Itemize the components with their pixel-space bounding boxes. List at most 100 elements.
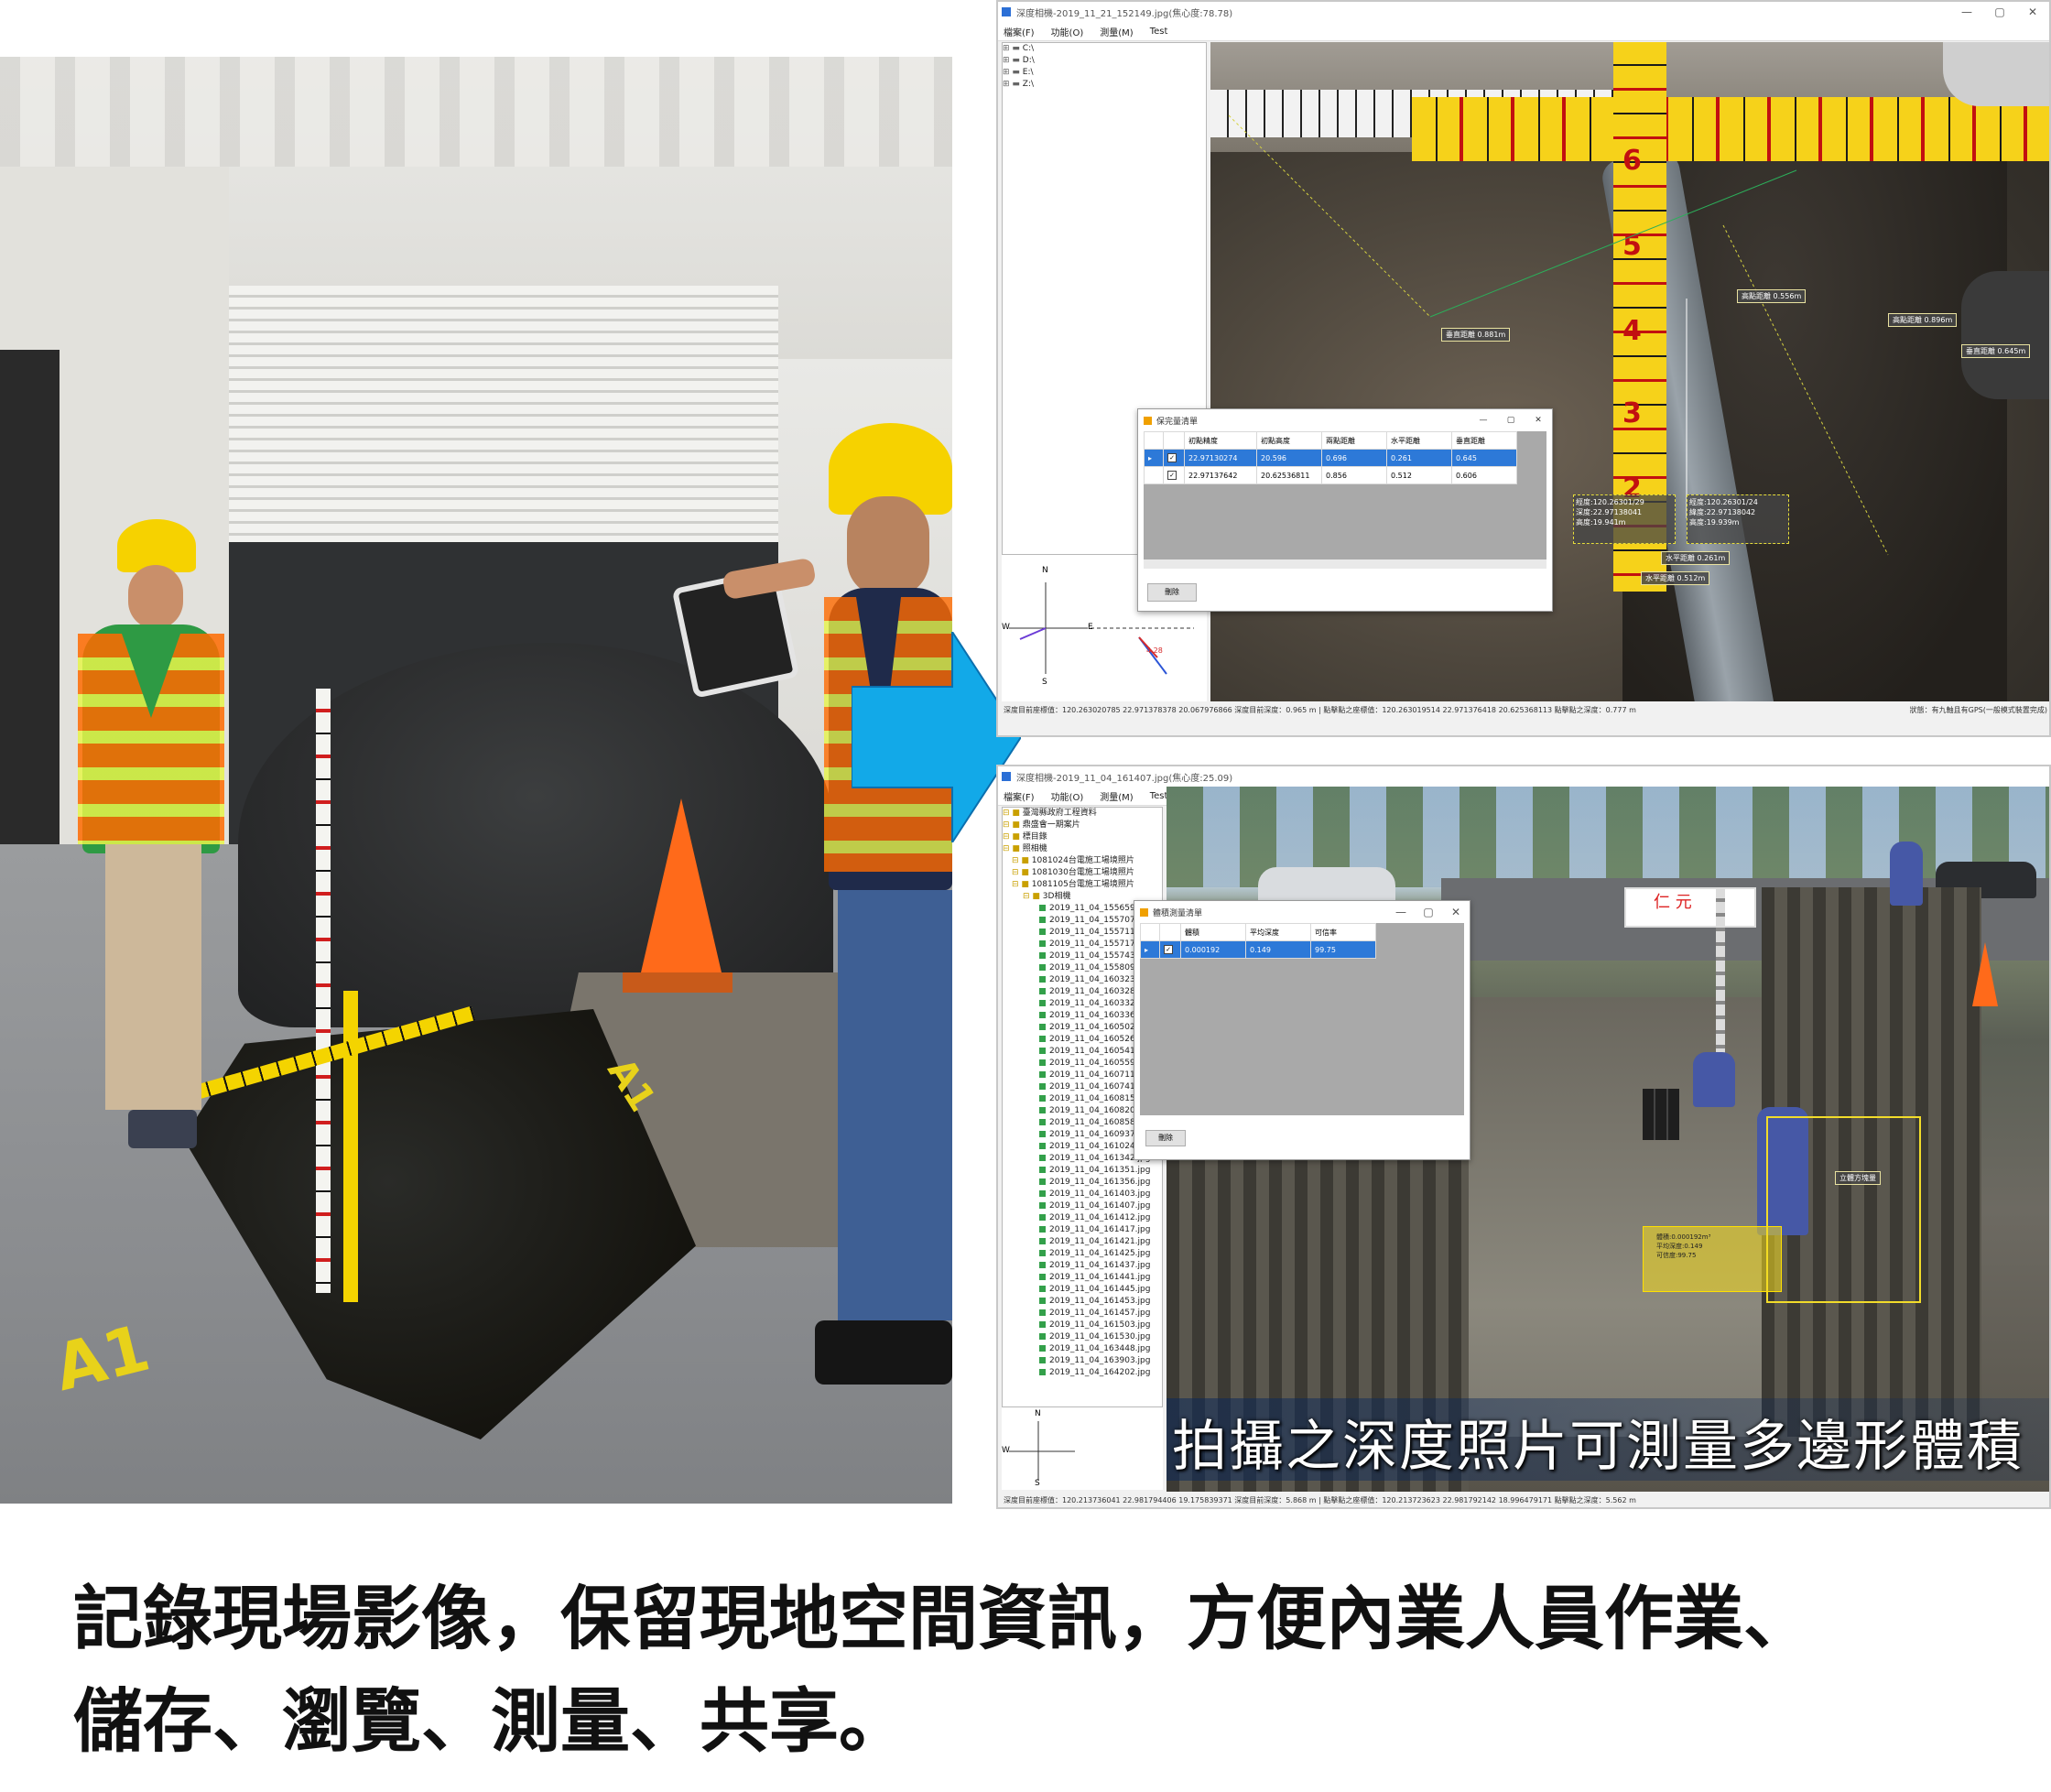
volume-box-label: 立體方塊量 xyxy=(1835,1171,1881,1185)
tree-file-item[interactable]: 2019_11_04_161457.jpg xyxy=(1003,1308,1162,1320)
cell[interactable]: 0.149 xyxy=(1245,940,1311,959)
window1-titlebar: 深度相機-2019_11_21_152149.jpg(焦心度:78.78) — … xyxy=(998,2,2049,22)
ladder xyxy=(1716,887,1725,1070)
tree-file-item[interactable]: 2019_11_04_161445.jpg xyxy=(1003,1284,1162,1296)
dialog-maximize-button[interactable]: ▢ xyxy=(1415,906,1442,918)
col-horizontal-distance[interactable]: 水平距離 xyxy=(1386,431,1452,450)
volume-grid[interactable]: 體積 平均深度 可信率 ▸ ✓ 0.000192 0.149 99.75 xyxy=(1140,923,1464,1115)
menu-function[interactable]: 功能(O) xyxy=(1051,25,1084,38)
measurement-grid[interactable]: 初點精度 初點高度 兩點距離 水平距離 垂直距離 ▸ ✓ 22.97130274… xyxy=(1144,431,1546,559)
polygon-volume: 體積:0.000192m³ xyxy=(1656,1233,1711,1241)
menu-measure[interactable]: 測量(M) xyxy=(1100,25,1133,38)
tree-file-item[interactable]: 2019_11_04_161530.jpg xyxy=(1003,1331,1162,1343)
tree-file-item[interactable]: 2019_11_04_161441.jpg xyxy=(1003,1272,1162,1284)
col-start-height[interactable]: 初點高度 xyxy=(1256,431,1322,450)
point-info-box-2: 經度:120.26301/24 緯度:22.97138042 高度:19.939… xyxy=(1687,494,1789,544)
cell[interactable]: 0.645 xyxy=(1451,449,1517,467)
cell[interactable]: 0.606 xyxy=(1451,466,1517,484)
tree-drive-z[interactable]: Z:\ xyxy=(1003,79,1206,91)
row-selector-icon[interactable]: ▸ xyxy=(1144,449,1164,467)
row-selector-icon[interactable]: ▸ xyxy=(1140,940,1160,959)
col-vertical-distance[interactable]: 垂直距離 xyxy=(1451,431,1517,450)
menu-file[interactable]: 檔案(F) xyxy=(1004,25,1035,38)
cell[interactable]: 22.97130274 xyxy=(1184,449,1257,467)
row-checkbox[interactable]: ✓ xyxy=(1163,466,1185,484)
menu-test[interactable]: Test xyxy=(1150,791,1168,801)
tree-folder[interactable]: 1081030台電施工場境照片 xyxy=(1003,867,1162,879)
tree-file-item[interactable]: 2019_11_04_163448.jpg xyxy=(1003,1343,1162,1355)
dialog-minimize-button[interactable]: — xyxy=(1470,416,1497,425)
cell[interactable]: 0.261 xyxy=(1386,449,1452,467)
page-caption: 記錄現場影像，保留現地空間資訊，方便內業人員作業、 儲存、瀏覽、測量、共享。 xyxy=(73,1568,1996,1773)
vertical-folding-ruler xyxy=(343,991,358,1302)
cell[interactable]: 0.856 xyxy=(1321,466,1387,484)
dark-doorway xyxy=(0,350,60,899)
cell[interactable]: 0.696 xyxy=(1321,449,1387,467)
tree-folder[interactable]: 1081105台電施工場境照片 xyxy=(1003,879,1162,891)
measurement-dialog-title: 保完量清單 xyxy=(1156,417,1199,427)
row-checkbox[interactable]: ✓ xyxy=(1159,940,1181,959)
menu-test[interactable]: Test xyxy=(1150,27,1168,37)
col-volume[interactable]: 體積 xyxy=(1180,923,1246,941)
tree-file-item[interactable]: 2019_11_04_161417.jpg xyxy=(1003,1224,1162,1236)
table-row[interactable]: ▸ ✓ 0.000192 0.149 99.75 xyxy=(1140,940,1376,959)
tree-drive-d[interactable]: D:\ xyxy=(1003,55,1206,67)
angle-label: 4.28 xyxy=(1146,646,1163,655)
tree-file-item[interactable]: 2019_11_04_161403.jpg xyxy=(1003,1189,1162,1200)
dialog-maximize-button[interactable]: ▢ xyxy=(1497,416,1525,425)
tree-folder[interactable]: 臺灣縣政府工程資料 xyxy=(1003,808,1162,820)
tree-drive-e[interactable]: E:\ xyxy=(1003,67,1206,79)
tree-folder[interactable]: 照相機 xyxy=(1003,843,1162,855)
label-vertical-distance-2: 垂直距離 0.645m xyxy=(1961,344,2031,358)
tree-file-item[interactable]: 2019_11_04_161351.jpg xyxy=(1003,1165,1162,1177)
tree-drive-c[interactable]: C:\ xyxy=(1003,43,1206,55)
grid-horizontal-scrollbar[interactable] xyxy=(1144,559,1546,569)
app-icon xyxy=(1002,772,1011,781)
tree-folder[interactable]: 鼎盛會一期案片 xyxy=(1003,820,1162,831)
depth-camera-window-1: 深度相機-2019_11_21_152149.jpg(焦心度:78.78) — … xyxy=(996,0,2051,737)
tree-file-item[interactable]: 2019_11_04_161407.jpg xyxy=(1003,1200,1162,1212)
tree-file-item[interactable]: 2019_11_04_161356.jpg xyxy=(1003,1177,1162,1189)
sign-text: 仁 元 xyxy=(1654,893,1692,912)
tree-file-item[interactable]: 2019_11_04_161503.jpg xyxy=(1003,1320,1162,1331)
close-button[interactable]: ✕ xyxy=(2016,5,2049,18)
delete-button[interactable]: 刪除 xyxy=(1145,1130,1186,1146)
cell[interactable]: 0.000192 xyxy=(1180,940,1246,959)
dialog-close-button[interactable]: ✕ xyxy=(1442,906,1470,918)
row-selector[interactable] xyxy=(1144,466,1164,484)
volume-box-overlay xyxy=(1766,1116,1921,1303)
tree-file-item[interactable]: 2019_11_04_161453.jpg xyxy=(1003,1296,1162,1308)
tree-file-item[interactable]: 2019_11_04_161412.jpg xyxy=(1003,1212,1162,1224)
minimize-button[interactable]: — xyxy=(1950,5,1983,18)
menu-measure[interactable]: 測量(M) xyxy=(1100,789,1133,803)
tree-folder[interactable]: 標目錄 xyxy=(1003,831,1162,843)
col-two-point-distance[interactable]: 兩點距離 xyxy=(1321,431,1387,450)
cell[interactable]: 20.596 xyxy=(1256,449,1322,467)
dialog-close-button[interactable]: ✕ xyxy=(1525,416,1552,425)
cell[interactable]: 22.97137642 xyxy=(1184,466,1257,484)
col-average-depth[interactable]: 平均深度 xyxy=(1245,923,1311,941)
cone-base xyxy=(623,972,732,993)
cell[interactable]: 0.512 xyxy=(1386,466,1452,484)
overlay-caption: 拍攝之深度照片可測量多邊形體積 xyxy=(1172,1415,2024,1479)
table-row[interactable]: ✓ 22.97137642 20.62536811 0.856 0.512 0.… xyxy=(1144,466,1517,484)
menu-function[interactable]: 功能(O) xyxy=(1051,789,1084,803)
col-confidence[interactable]: 可信率 xyxy=(1310,923,1376,941)
delete-button[interactable]: 刪除 xyxy=(1147,583,1197,602)
table-row[interactable]: ▸ ✓ 22.97130274 20.596 0.696 0.261 0.645 xyxy=(1144,449,1517,467)
row-checkbox[interactable]: ✓ xyxy=(1163,449,1185,467)
col-start-precision[interactable]: 初點精度 xyxy=(1184,431,1257,450)
cell[interactable]: 20.62536811 xyxy=(1256,466,1322,484)
maximize-button[interactable]: ▢ xyxy=(1983,5,2016,18)
menu-file[interactable]: 檔案(F) xyxy=(1004,789,1035,803)
tree-file-item[interactable]: 2019_11_04_161437.jpg xyxy=(1003,1260,1162,1272)
point1-latitude: 深度:22.97138041 xyxy=(1576,508,1643,516)
tree-file-item[interactable]: 2019_11_04_163903.jpg xyxy=(1003,1355,1162,1367)
tree-file-item[interactable]: 2019_11_04_161421.jpg xyxy=(1003,1236,1162,1248)
cell[interactable]: 99.75 xyxy=(1310,940,1376,959)
tree-file-item[interactable]: 2019_11_04_164202.jpg xyxy=(1003,1367,1162,1379)
tree-folder[interactable]: 1081024台電施工場境照片 xyxy=(1003,855,1162,867)
tree-file-item[interactable]: 2019_11_04_161425.jpg xyxy=(1003,1248,1162,1260)
volume-polygon[interactable]: 體積:0.000192m³ 平均深度:0.149 可信度:99.75 xyxy=(1643,1226,1782,1292)
dialog-minimize-button[interactable]: — xyxy=(1387,906,1415,918)
